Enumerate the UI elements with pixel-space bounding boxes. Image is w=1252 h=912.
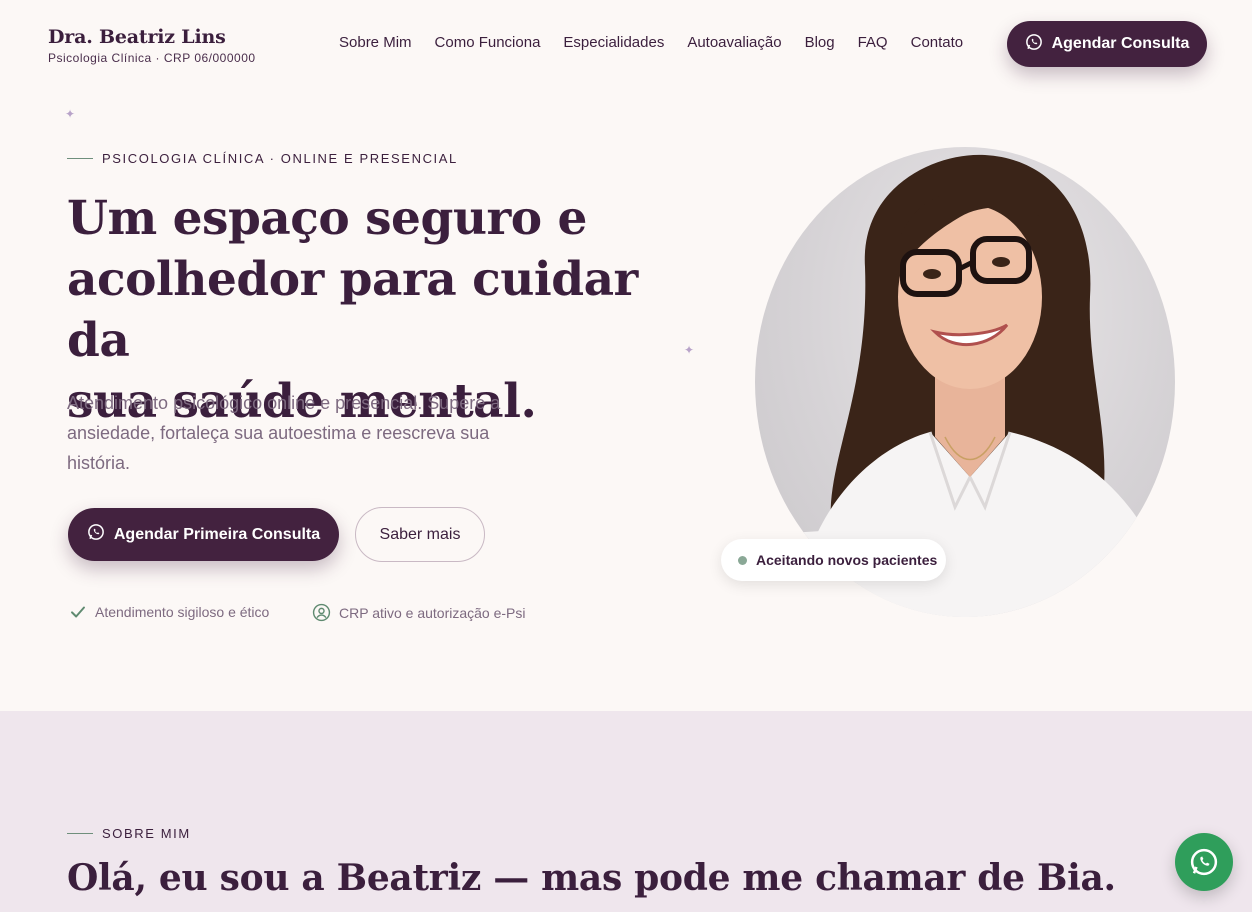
trust-item-label: CRP ativo e autorização e-Psi	[339, 604, 526, 621]
trust-item-label: Atendimento sigiloso e ético	[95, 604, 270, 620]
brand-logo[interactable]: Dra. Beatriz Lins Psicologia Clínica · C…	[48, 26, 256, 65]
nav-item-autoavaliacao[interactable]: Autoavaliação	[687, 34, 781, 51]
eyebrow-line	[67, 833, 93, 834]
about-eyebrow: SOBRE MIM	[67, 826, 191, 841]
sparkle-icon: ✦	[65, 107, 76, 121]
nav-item-sobre-mim[interactable]: Sobre Mim	[339, 34, 412, 51]
check-icon	[71, 606, 85, 618]
whatsapp-icon	[87, 523, 105, 546]
brand-name: Dra. Beatriz Lins	[48, 26, 226, 48]
trust-item: Atendimento sigiloso e ético	[69, 603, 269, 621]
nav-item-blog[interactable]: Blog	[805, 34, 835, 51]
main-nav: Sobre Mim Como Funciona Especialidades A…	[339, 34, 986, 51]
secondary-cta-button[interactable]: Saber mais	[355, 507, 485, 562]
primary-cta-button[interactable]: Agendar Primeira Consulta	[68, 508, 339, 561]
eyebrow-line	[67, 158, 93, 159]
hero-eyebrow-text: PSICOLOGIA CLÍNICA · ONLINE E PRESENCIAL	[102, 151, 458, 166]
user-shield-icon	[312, 603, 331, 622]
secondary-cta-label: Saber mais	[379, 525, 461, 543]
nav-item-como-funciona[interactable]: Como Funciona	[435, 34, 541, 51]
whatsapp-icon	[1025, 33, 1043, 56]
header-schedule-button[interactable]: Agendar Consulta	[1007, 21, 1207, 67]
hero-title-line: Um espaço seguro e	[67, 191, 587, 246]
header-schedule-label: Agendar Consulta	[1051, 35, 1190, 52]
availability-badge-label: Aceitando novos pacientes	[756, 552, 938, 568]
site-header: Dra. Beatriz Lins Psicologia Clínica · C…	[0, 0, 1252, 88]
status-dot-icon	[738, 555, 747, 565]
nav-item-faq[interactable]: FAQ	[858, 34, 888, 51]
hero-description: Atendimento psicológico online e presenc…	[67, 393, 501, 473]
primary-cta-label: Agendar Primeira Consulta	[113, 525, 321, 543]
whatsapp-icon	[1190, 848, 1218, 876]
brand-subtitle: Psicologia Clínica · CRP 06/000000	[48, 51, 256, 65]
about-title: Olá, eu sou a Beatriz — mas pode me cham…	[67, 857, 1116, 899]
about-eyebrow-text: SOBRE MIM	[102, 826, 191, 841]
trust-item: CRP ativo e autorização e-Psi	[312, 603, 526, 622]
hero-title-line: acolhedor para cuidar da	[67, 252, 638, 368]
floating-whatsapp-button[interactable]	[1175, 833, 1233, 891]
nav-item-contato[interactable]: Contato	[911, 34, 964, 51]
nav-item-especialidades[interactable]: Especialidades	[563, 34, 664, 51]
availability-badge: Aceitando novos pacientes	[721, 539, 946, 581]
hero-eyebrow: PSICOLOGIA CLÍNICA · ONLINE E PRESENCIAL	[67, 151, 458, 166]
